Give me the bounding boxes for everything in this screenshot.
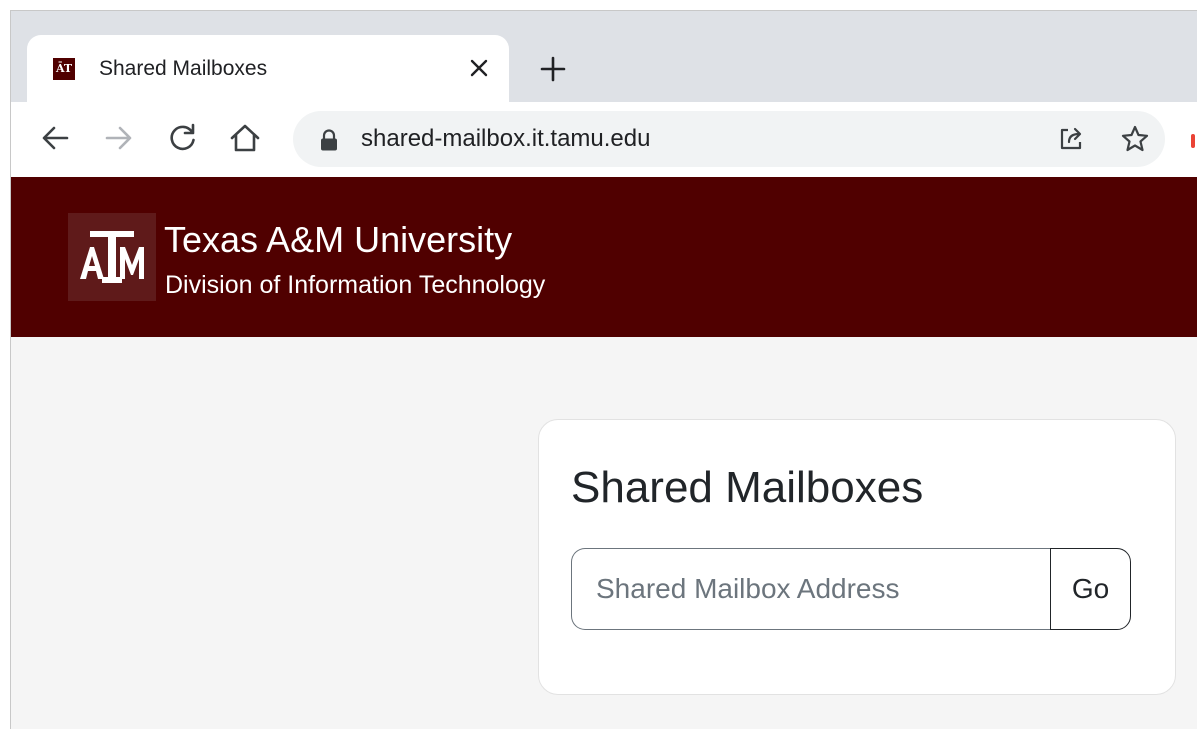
tamu-logo-icon[interactable] <box>68 213 156 301</box>
extension-icon[interactable] <box>1191 134 1195 148</box>
reload-icon[interactable] <box>165 120 201 156</box>
star-icon[interactable] <box>1119 123 1151 155</box>
page-title: Shared Mailboxes <box>571 463 924 512</box>
site-title[interactable]: Texas A&M University <box>164 219 512 261</box>
tab-title: Shared Mailboxes <box>99 57 268 80</box>
mailbox-search-card: Shared Mailboxes Go <box>538 419 1176 695</box>
arrow-right-icon[interactable] <box>101 120 137 156</box>
share-icon[interactable] <box>1055 123 1087 155</box>
mailbox-search-form: Go <box>571 548 1131 630</box>
tamu-logo-icon: ĀT <box>53 58 75 80</box>
browser-toolbar: shared-mailbox.it.tamu.edu <box>11 102 1197 177</box>
url-text[interactable]: shared-mailbox.it.tamu.edu <box>361 125 650 153</box>
address-bar[interactable]: shared-mailbox.it.tamu.edu <box>293 111 1165 167</box>
close-icon[interactable] <box>463 52 495 84</box>
go-button[interactable]: Go <box>1050 548 1131 630</box>
browser-window: ĀT Shared Mailboxes shared-mailbox.it.ta… <box>10 10 1197 729</box>
lock-icon[interactable] <box>319 129 339 151</box>
tab-strip: ĀT Shared Mailboxes <box>11 11 1197 103</box>
site-header: Texas A&M University Division of Informa… <box>11 177 1197 337</box>
browser-tab[interactable]: ĀT Shared Mailboxes <box>27 35 509 103</box>
site-subtitle: Division of Information Technology <box>165 271 546 299</box>
plus-icon[interactable] <box>535 51 571 87</box>
mailbox-address-input[interactable] <box>571 548 1051 630</box>
arrow-left-icon[interactable] <box>37 120 73 156</box>
home-icon[interactable] <box>227 120 263 156</box>
